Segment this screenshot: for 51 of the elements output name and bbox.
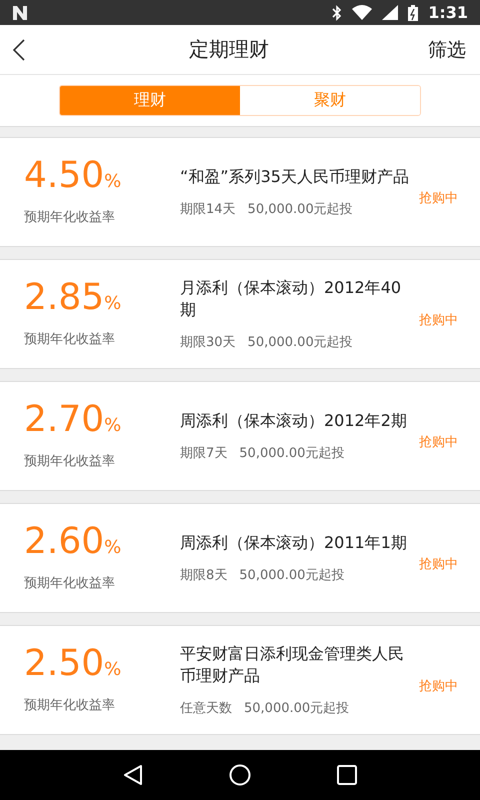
- sale-status: 抢购中: [419, 678, 458, 695]
- product-name: 平安财富日添利现金管理类人民币理财产品: [180, 643, 405, 687]
- minimum-investment: 50,000.00元起投: [239, 445, 344, 462]
- notification-icon: [12, 6, 28, 20]
- term-text: 期限8天: [180, 567, 228, 584]
- rate-label: 预期年化收益率: [24, 209, 116, 226]
- product-name: 月添利（保本滚动）2012年40期: [180, 277, 402, 321]
- sale-status: 抢购中: [419, 190, 458, 207]
- minimum-investment: 50,000.00元起投: [239, 567, 344, 584]
- page-title: 定期理财: [189, 36, 269, 63]
- product-card[interactable]: 2.85% 预期年化收益率 月添利（保本滚动）2012年40期 期限30天 50,000.00元起投 抢购中: [0, 259, 480, 369]
- term-text: 期限30天: [180, 334, 236, 351]
- battery-icon: [408, 4, 418, 20]
- sale-status: 抢购中: [419, 434, 458, 451]
- rate-value: 2.50: [24, 646, 104, 682]
- rate-label: 预期年化收益率: [24, 697, 116, 714]
- filter-button[interactable]: 筛选: [428, 36, 466, 62]
- rate-unit: %: [104, 415, 122, 436]
- product-name: “和盈”系列35天人民币理财产品: [180, 166, 410, 188]
- home-icon[interactable]: [229, 764, 251, 786]
- rate-unit: %: [104, 293, 122, 314]
- product-card[interactable]: 2.70% 预期年化收益率 周添利（保本滚动）2012年2期 期限7天 50,000.00元起投 抢购中: [0, 381, 480, 491]
- rate-value: 2.60: [24, 524, 104, 560]
- recent-apps-icon[interactable]: [337, 765, 357, 785]
- rate-unit: %: [104, 171, 122, 192]
- product-name: 周添利（保本滚动）2011年1期: [180, 532, 408, 554]
- term-text: 任意天数: [180, 700, 232, 717]
- rate-value: 2.70: [24, 402, 104, 438]
- product-card[interactable]: 2.50% 预期年化收益率 平安财富日添利现金管理类人民币理财产品 任意天数 50,000.00元起投 抢购中: [0, 625, 480, 735]
- term-text: 期限7天: [180, 445, 228, 462]
- rate-unit: %: [104, 659, 122, 680]
- wifi-icon: [352, 5, 372, 20]
- sale-status: 抢购中: [419, 312, 458, 329]
- product-card[interactable]: 2.60% 预期年化收益率 周添利（保本滚动）2011年1期 期限8天 50,000.00元起投 抢购中: [0, 503, 480, 613]
- minimum-investment: 50,000.00元起投: [248, 201, 353, 218]
- signal-icon: [382, 5, 398, 20]
- minimum-investment: 50,000.00元起投: [248, 334, 353, 351]
- rate-value: 4.50: [24, 158, 104, 194]
- product-name: 周添利（保本滚动）2012年2期: [180, 410, 408, 432]
- rate-label: 预期年化收益率: [24, 453, 116, 470]
- sale-status: 抢购中: [419, 556, 458, 573]
- back-icon[interactable]: [123, 764, 143, 786]
- rate-unit: %: [104, 537, 122, 558]
- status-time: 1:31: [428, 3, 468, 22]
- term-text: 期限14天: [180, 201, 236, 218]
- product-card[interactable]: 4.50% 预期年化收益率 “和盈”系列35天人民币理财产品 期限14天 50,000.00元起投 抢购中: [0, 137, 480, 247]
- bluetooth-icon: [332, 4, 342, 20]
- rate-label: 预期年化收益率: [24, 575, 116, 592]
- rate-value: 2.85: [24, 280, 104, 316]
- minimum-investment: 50,000.00元起投: [244, 700, 350, 717]
- rate-label: 预期年化收益率: [24, 331, 116, 348]
